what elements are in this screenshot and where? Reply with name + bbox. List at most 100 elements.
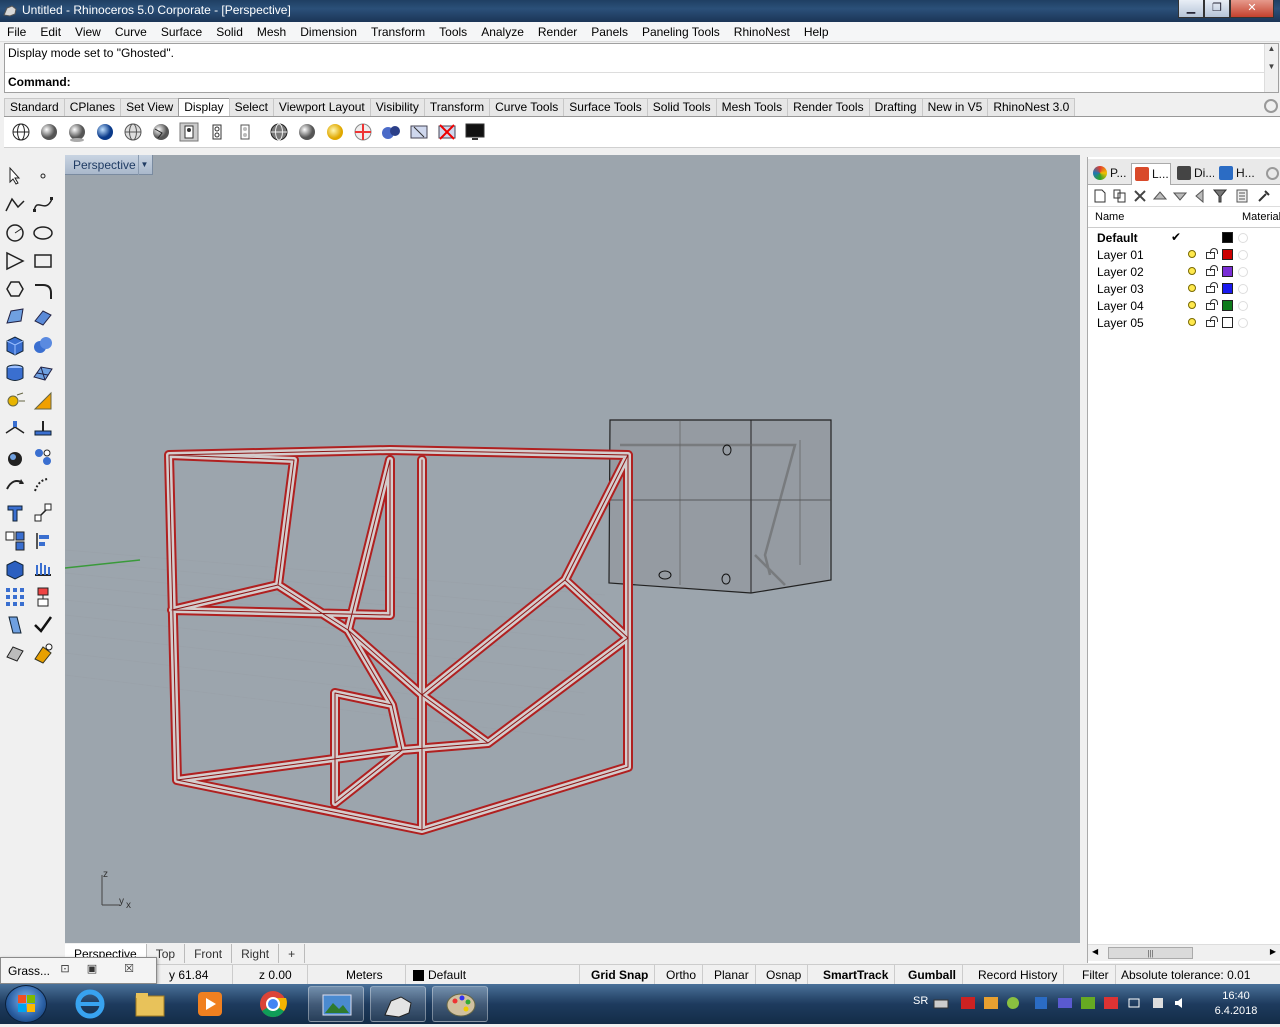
layer-visible-bulb-icon[interactable]	[1188, 267, 1196, 275]
ghosted-box-object[interactable]	[608, 419, 832, 594]
join-icon[interactable]	[31, 445, 55, 469]
panel-tab-display[interactable]: Di...	[1174, 163, 1214, 185]
add-viewport-button[interactable]: +	[279, 944, 306, 963]
close-button[interactable]: ✕	[1230, 0, 1274, 18]
layer-row-default[interactable]: Default ✔	[1088, 230, 1280, 247]
xray-mode-icon[interactable]	[122, 121, 144, 143]
align-icon[interactable]	[31, 529, 55, 553]
layer-row-01[interactable]: Layer 01	[1088, 247, 1280, 264]
menu-transform[interactable]: Transform	[364, 22, 432, 42]
layer-row-02[interactable]: Layer 02	[1088, 264, 1280, 281]
tab-visibility[interactable]: Visibility	[369, 98, 425, 116]
tab-set-view[interactable]: Set View	[120, 98, 180, 116]
layer-color-swatch[interactable]	[1222, 317, 1233, 328]
taskbar-explorer[interactable]	[122, 986, 178, 1022]
menu-view[interactable]: View	[68, 22, 108, 42]
extrude-surface-icon[interactable]	[31, 305, 55, 329]
print-icon[interactable]	[1235, 189, 1249, 203]
layer-lock-icon[interactable]	[1206, 282, 1218, 293]
group-icon[interactable]	[3, 529, 27, 553]
osnap-toggle[interactable]: Osnap	[760, 965, 809, 985]
layer-material-icon[interactable]	[1238, 267, 1248, 277]
curve-icon[interactable]	[31, 193, 55, 217]
grasshopper-minimized-window[interactable]: Grass... ⊡ ▣ ☒	[0, 957, 157, 984]
menu-render[interactable]: Render	[531, 22, 584, 42]
layer-visible-bulb-icon[interactable]	[1188, 250, 1196, 258]
panel-tab-properties[interactable]: P...	[1090, 163, 1130, 185]
viewport-title[interactable]: Perspective ▼	[65, 155, 153, 175]
sun-icon[interactable]	[324, 121, 346, 143]
taskbar-rhino[interactable]	[370, 986, 426, 1022]
polygon-icon[interactable]	[3, 277, 27, 301]
viewport-tab-right[interactable]: Right	[232, 944, 280, 963]
tab-new-in-v5[interactable]: New in V5	[921, 98, 989, 116]
layer-material-icon[interactable]	[1238, 233, 1248, 243]
ellipse-icon[interactable]	[31, 221, 55, 245]
select-arrow-icon[interactable]	[3, 164, 27, 188]
column-material[interactable]: Material	[1242, 211, 1280, 223]
move-up-icon[interactable]	[1153, 189, 1167, 203]
tab-rhinonest[interactable]: RhinoNest 3.0	[987, 98, 1076, 116]
rectangle-icon[interactable]	[31, 249, 55, 273]
scroll-thumb[interactable]: |||	[1108, 947, 1193, 959]
ghosted-mode-icon[interactable]	[94, 121, 116, 143]
point-icon[interactable]	[31, 164, 55, 188]
command-scrollbar[interactable]: ▲ ▼	[1264, 44, 1278, 92]
current-layer-check-icon[interactable]: ✔	[1171, 230, 1181, 244]
menu-curve[interactable]: Curve	[108, 22, 154, 42]
menu-edit[interactable]: Edit	[33, 22, 68, 42]
taskbar-chrome[interactable]	[245, 986, 301, 1022]
tab-curve-tools[interactable]: Curve Tools	[489, 98, 565, 116]
move-down-icon[interactable]	[1173, 189, 1187, 203]
rendered-mode-icon[interactable]	[66, 121, 88, 143]
layer-lock-icon[interactable]	[1206, 248, 1218, 259]
delete-layer-icon[interactable]	[1133, 189, 1147, 203]
zebra-icon[interactable]	[380, 121, 402, 143]
move-parent-icon[interactable]	[1193, 189, 1207, 203]
mesh-plane-icon[interactable]	[31, 361, 55, 385]
tray-display-icon[interactable]	[1057, 996, 1073, 1010]
menu-tools[interactable]: Tools	[432, 22, 474, 42]
grasshopper-maximize-button[interactable]: ▣	[83, 962, 101, 978]
tray-app-icon[interactable]	[983, 996, 999, 1010]
dimension-icon[interactable]	[31, 389, 55, 413]
trim-icon[interactable]	[31, 417, 55, 441]
scale-icon[interactable]	[31, 473, 55, 497]
explode-icon[interactable]	[3, 445, 27, 469]
layer-visible-bulb-icon[interactable]	[1188, 318, 1196, 326]
surface-from-points-icon[interactable]	[3, 305, 27, 329]
toolbar-options-gear-icon[interactable]	[1264, 99, 1278, 113]
restore-button[interactable]: ❐	[1204, 0, 1230, 18]
no-shade-icon[interactable]	[408, 121, 430, 143]
layer-color-swatch[interactable]	[1222, 283, 1233, 294]
array-icon[interactable]	[3, 585, 27, 609]
layer-row-03[interactable]: Layer 03	[1088, 281, 1280, 298]
transform-icon[interactable]	[3, 417, 27, 441]
filter-icon[interactable]	[1213, 189, 1227, 203]
viewport-tab-front[interactable]: Front	[185, 944, 233, 963]
layer-visible-bulb-icon[interactable]	[1188, 284, 1196, 292]
tab-select[interactable]: Select	[228, 98, 274, 116]
analyze-icon[interactable]	[3, 613, 27, 637]
menu-help[interactable]: Help	[797, 22, 836, 42]
command-prompt[interactable]: Command:	[8, 75, 71, 89]
layer-lock-icon[interactable]	[1206, 299, 1218, 310]
layer-row-05[interactable]: Layer 05	[1088, 315, 1280, 332]
contour-icon[interactable]	[31, 557, 55, 581]
start-button[interactable]	[5, 985, 47, 1023]
layer-material-icon[interactable]	[1238, 284, 1248, 294]
tab-display[interactable]: Display	[178, 98, 230, 116]
smarttrack-toggle[interactable]: SmartTrack	[817, 965, 896, 985]
silhouette-icon[interactable]	[296, 121, 318, 143]
tab-cplanes[interactable]: CPlanes	[63, 98, 122, 116]
viewport-dropdown-icon[interactable]: ▼	[138, 155, 150, 175]
menu-rhinonest[interactable]: RhinoNest	[727, 22, 797, 42]
arc-icon[interactable]	[3, 249, 27, 273]
tray-security-icon[interactable]	[1033, 996, 1049, 1010]
pipe-frame-structure[interactable]	[164, 445, 633, 835]
panel-tab-layers[interactable]: L...	[1131, 163, 1171, 185]
grid-snap-toggle[interactable]: Grid Snap	[585, 965, 656, 985]
layer-visible-bulb-icon[interactable]	[1188, 301, 1196, 309]
turn-off-icon[interactable]	[436, 121, 458, 143]
fillet-curve-icon[interactable]	[31, 277, 55, 301]
